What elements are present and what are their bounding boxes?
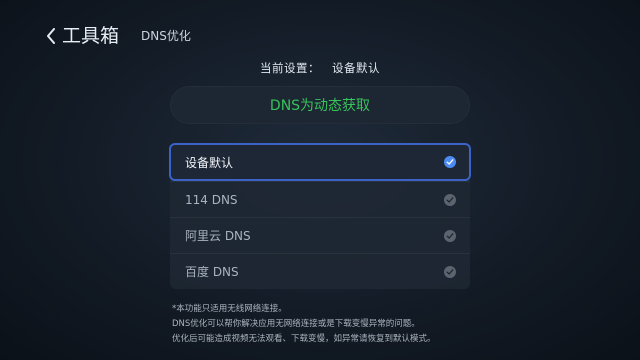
dns-option-label: 114 DNS: [185, 192, 238, 207]
dns-option-list: 设备默认 114 DNS 阿里云 DNS 百度 DNS: [169, 143, 471, 289]
back-label: 工具箱: [62, 25, 120, 47]
current-setting-value: 设备默认: [332, 61, 380, 75]
header: 工具箱 DNS优化: [44, 24, 191, 48]
dns-option-aliyun[interactable]: 阿里云 DNS: [170, 217, 470, 253]
dns-option-114[interactable]: 114 DNS: [170, 181, 470, 217]
dns-option-label: 设备默认: [185, 155, 234, 170]
dns-option-baidu[interactable]: 百度 DNS: [170, 253, 470, 289]
dns-status-text: DNS为动态获取: [269, 98, 371, 114]
dns-option-label: 百度 DNS: [185, 265, 239, 279]
note-line: 优化后可能造成视频无法观看、下载变慢，如异常请恢复到默认模式。: [172, 334, 436, 344]
chevron-left-icon: [44, 24, 58, 48]
current-setting: 当前设置： 设备默认: [0, 60, 640, 76]
dns-status-badge: DNS为动态获取: [170, 86, 470, 124]
note-line: DNS优化可以帮你解决应用无网络连接或是下载变慢异常的问题。: [172, 319, 420, 329]
dns-option-label: 阿里云 DNS: [185, 229, 251, 243]
note-line: *本功能只适用无线网络连接。: [172, 304, 287, 314]
checkmark-icon: [444, 265, 456, 278]
dns-optimization-screen: 工具箱 DNS优化 当前设置： 设备默认 DNS为动态获取 设备默认 114 DN…: [0, 0, 640, 360]
dns-option-device-default[interactable]: 设备默认: [169, 143, 471, 181]
checkmark-icon: [444, 156, 456, 168]
back-button[interactable]: 工具箱: [44, 24, 119, 48]
checkmark-icon: [444, 229, 456, 242]
page-title: DNS优化: [141, 29, 191, 43]
current-setting-label: 当前设置：: [260, 61, 320, 75]
notes: *本功能只适用无线网络连接。 DNS优化可以帮你解决应用无网络连接或是下载变慢异…: [172, 302, 436, 347]
checkmark-icon: [444, 193, 456, 206]
